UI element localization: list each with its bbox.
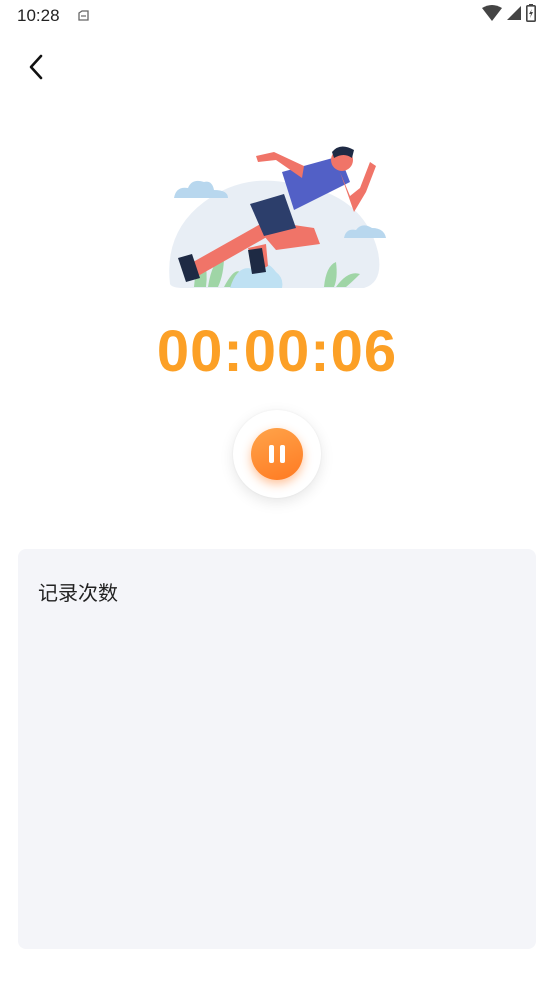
running-man-illustration xyxy=(164,132,390,294)
elapsed-timer: 00:00:06 xyxy=(156,319,398,384)
pause-bar-right xyxy=(280,445,285,463)
pause-button[interactable] xyxy=(233,410,321,498)
chevron-left-icon xyxy=(27,53,45,85)
status-bar: 10:28 xyxy=(0,0,554,32)
wifi-icon xyxy=(482,5,502,25)
status-time: 10:28 xyxy=(17,6,60,25)
back-button[interactable] xyxy=(20,52,52,86)
battery-icon xyxy=(526,4,536,26)
pause-icon xyxy=(251,428,303,480)
record-title: 记录次数 xyxy=(38,581,118,605)
pause-bar-left xyxy=(269,445,274,463)
signal-icon xyxy=(506,5,522,25)
status-indicators xyxy=(482,4,536,26)
app-notification-icon xyxy=(76,8,90,22)
record-card: 记录次数 xyxy=(18,549,536,949)
